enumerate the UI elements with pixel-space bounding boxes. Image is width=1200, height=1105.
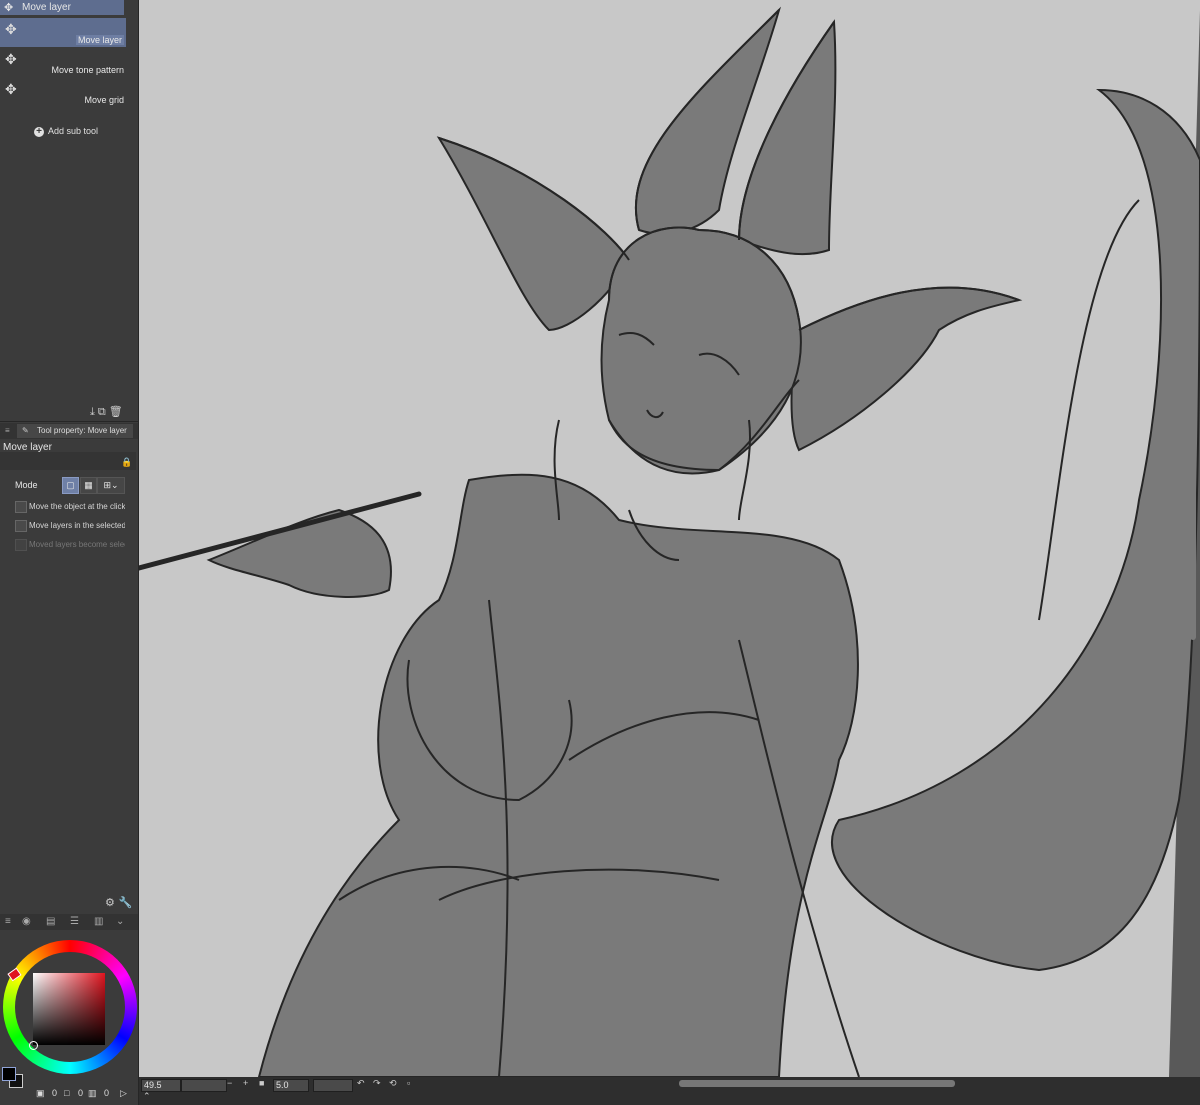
- move-cross-icon: ✥: [5, 21, 17, 37]
- redo-icon[interactable]: ↷: [373, 1078, 381, 1089]
- brush-size-icon: ■: [259, 1078, 265, 1088]
- wrench-icon[interactable]: 🔧: [119, 897, 137, 909]
- zoom-slider[interactable]: [181, 1079, 227, 1092]
- tab-tool-property[interactable]: ✎ Tool property: Move layer: [17, 424, 133, 438]
- rotate-reset-icon[interactable]: ⟲: [389, 1078, 397, 1089]
- checker-icon: ▦: [84, 480, 93, 490]
- subtool-group-label: Move layer: [22, 2, 71, 13]
- saturation-value-square[interactable]: [33, 973, 105, 1045]
- lock-icon[interactable]: ▫: [407, 1078, 410, 1088]
- mode-layer-button[interactable]: ▢: [62, 477, 79, 494]
- checkbox-label: Moved layers become selected: [29, 540, 125, 549]
- lock-icon[interactable]: 🔒: [121, 457, 132, 468]
- play-icon[interactable]: ▷: [120, 1088, 127, 1099]
- tool-property-actions: ⚙🔧: [105, 896, 137, 909]
- zoom-out-icon[interactable]: −: [227, 1078, 232, 1088]
- brush-size-field[interactable]: 5.0: [273, 1079, 309, 1092]
- subtool-palette-actions: ⤓⧉🗑: [90, 405, 126, 419]
- download-icon[interactable]: ⤓: [90, 406, 98, 418]
- canvas-artwork: [139, 0, 1200, 1077]
- move-cross-icon: ✥: [5, 51, 17, 67]
- color-value: 0: [104, 1088, 110, 1098]
- canvas-vertical-scrollbar[interactable]: [1190, 290, 1196, 640]
- move-cross-icon: ✥: [5, 81, 17, 97]
- color-value: 0: [52, 1088, 58, 1098]
- checkbox-move-clicked[interactable]: [15, 501, 27, 513]
- checkbox-moved-layers-selected: [15, 539, 27, 551]
- brush-icon: ✎: [22, 426, 29, 435]
- mode-label: Mode: [15, 480, 38, 490]
- add-sub-tool-button[interactable]: + Add sub tool: [34, 126, 98, 137]
- v-icon[interactable]: ▥: [88, 1088, 97, 1099]
- menu-icon[interactable]: ≡: [5, 423, 10, 439]
- subtool-item-label: Move tone pattern: [51, 65, 124, 75]
- subtool-group-tab[interactable]: ✥ Move layer: [0, 0, 124, 15]
- chevron-up-icon[interactable]: ⌃: [143, 1091, 151, 1102]
- checkbox-label: Move the object at the clicked position: [29, 502, 125, 511]
- color-value: 0: [78, 1088, 84, 1098]
- square-icon: ▢: [66, 480, 75, 490]
- canvas-horizontal-scrollbar[interactable]: [679, 1080, 955, 1087]
- hsv-icon[interactable]: □: [64, 1088, 69, 1098]
- tool-property-title-band: [0, 452, 136, 470]
- sv-cursor[interactable]: [29, 1041, 38, 1050]
- plus-circle-icon: +: [34, 127, 44, 137]
- subtool-item-label: Move layer: [75, 35, 124, 45]
- settings-icon[interactable]: ⚙: [105, 897, 119, 909]
- main-color-swatch[interactable]: [2, 1067, 16, 1081]
- chevron-down-icon[interactable]: ⌄: [116, 916, 124, 927]
- trash-icon[interactable]: 🗑: [109, 406, 126, 418]
- panel-divider: [0, 421, 138, 422]
- tool-property-header: ≡ ✎ Tool property: Move layer: [0, 423, 138, 439]
- menu-icon[interactable]: ≡: [5, 916, 11, 927]
- left-panel: ✥ Move layer ✥ Move layer ✥ Move tone pa…: [0, 0, 139, 1105]
- intermediate-color-tab-icon[interactable]: ▥: [94, 916, 103, 927]
- drawing-canvas[interactable]: [139, 0, 1200, 1077]
- save-icon[interactable]: ▣: [36, 1088, 45, 1099]
- undo-icon[interactable]: ↶: [357, 1078, 365, 1089]
- subtool-item-move-grid[interactable]: ✥ Move grid: [0, 78, 126, 107]
- subtool-item-move-tone-pattern[interactable]: ✥ Move tone pattern: [0, 48, 126, 77]
- subtool-item-label: Move grid: [84, 95, 124, 105]
- mode-grid-dropdown[interactable]: ⊞⌄: [97, 477, 125, 494]
- color-set-tab-icon[interactable]: ▤: [46, 916, 55, 927]
- checkbox-move-selected-area[interactable]: [15, 520, 27, 532]
- checkbox-label: Move layers in the selected area: [29, 521, 125, 530]
- status-bar: 49.5 − + ■ 5.0 ↶ ↷ ⟲ ▫ ⌃: [139, 1077, 1200, 1105]
- copy-icon[interactable]: ⧉: [98, 406, 109, 418]
- subtool-item-move-layer[interactable]: ✥ Move layer: [0, 18, 126, 47]
- move-cross-icon: ✥: [4, 2, 14, 14]
- mode-checker-button[interactable]: ▦: [80, 477, 97, 494]
- color-palette-header: ≡ ◉ ▤ ☰ ▥ ⌄: [0, 914, 138, 930]
- zoom-in-icon[interactable]: +: [243, 1078, 248, 1088]
- brush-size-slider[interactable]: [313, 1079, 353, 1092]
- grid-icon: ⊞: [103, 480, 111, 490]
- color-slider-tab-icon[interactable]: ☰: [70, 916, 79, 927]
- tool-property-title: Move layer: [3, 442, 52, 453]
- chevron-down-icon: ⌄: [111, 480, 119, 490]
- color-wheel-tab-icon[interactable]: ◉: [22, 916, 31, 927]
